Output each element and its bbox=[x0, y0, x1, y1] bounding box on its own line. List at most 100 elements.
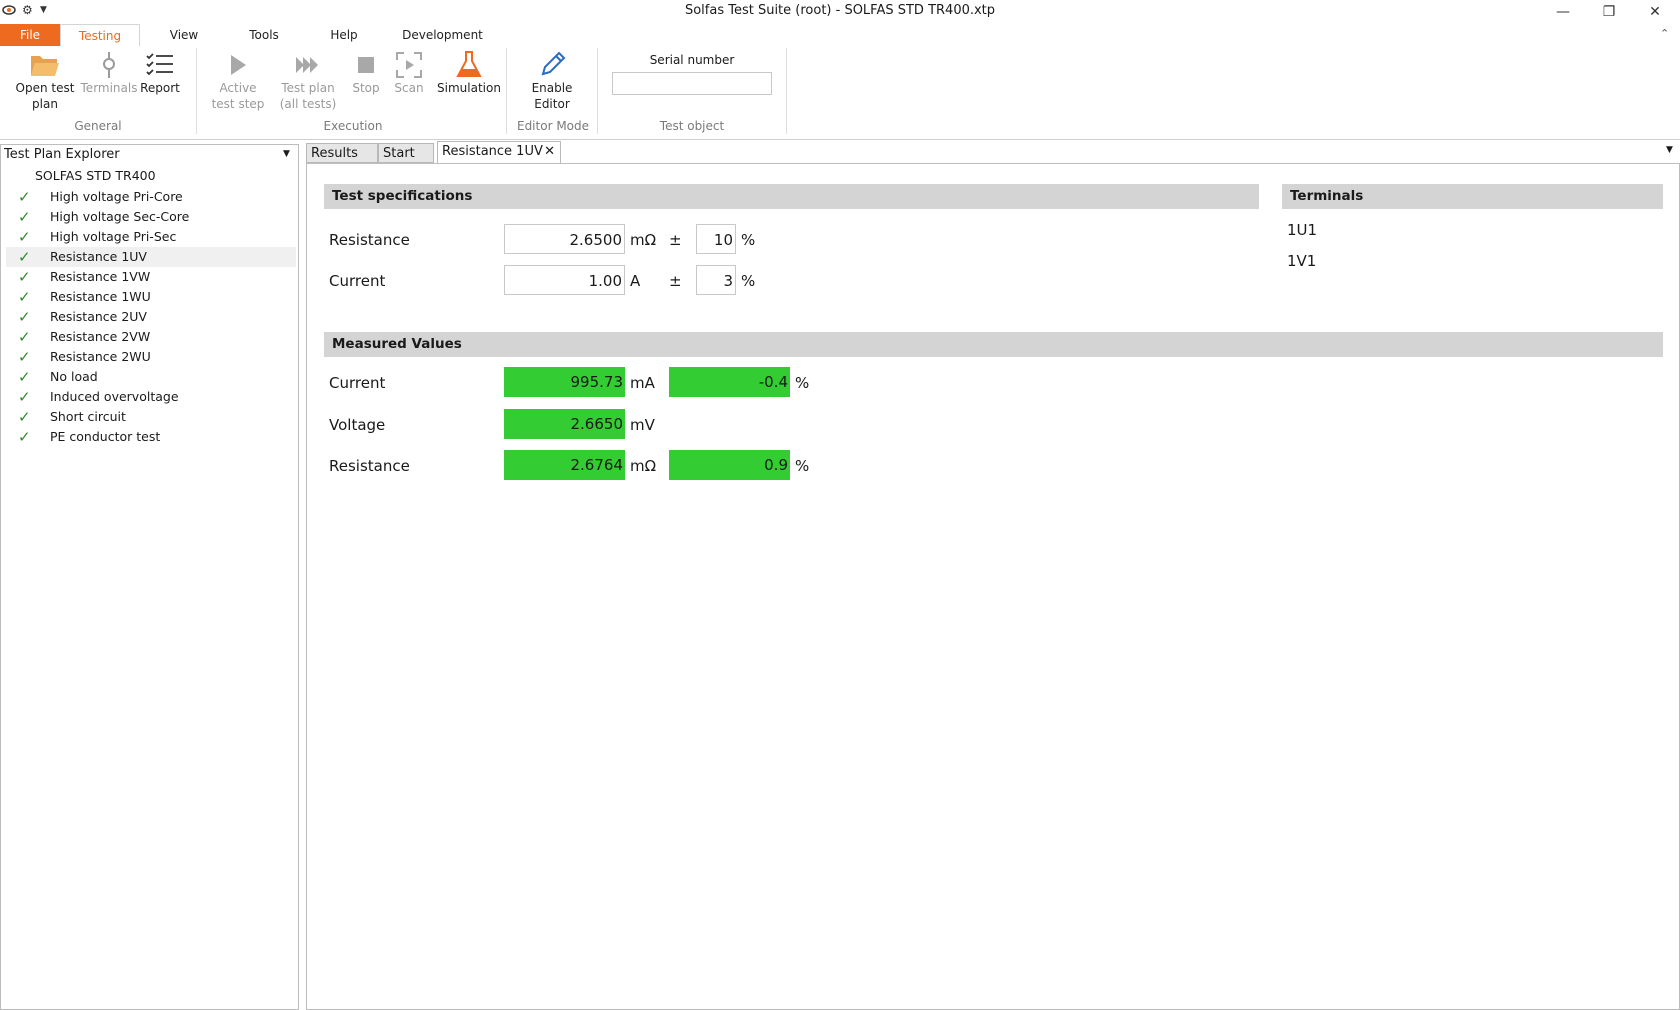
tree-item-label: No load bbox=[50, 369, 98, 384]
terminals-label: Terminals bbox=[80, 81, 138, 95]
tree-item[interactable]: ✓ Short circuit bbox=[6, 407, 296, 427]
check-icon: ✓ bbox=[18, 428, 31, 446]
tab-resistance-1uv-label: Resistance 1UV bbox=[442, 144, 543, 159]
scan-icon bbox=[396, 52, 422, 78]
tree-item[interactable]: ✓ Resistance 1UV bbox=[6, 247, 296, 267]
tree-item-label: Short circuit bbox=[50, 409, 126, 424]
tree-item[interactable]: ✓ Resistance 2UV bbox=[6, 307, 296, 327]
fast-forward-icon bbox=[296, 57, 318, 73]
tree-item[interactable]: ✓ Resistance 2VW bbox=[6, 327, 296, 347]
spec-resistance-input[interactable]: 2.6500 bbox=[504, 224, 625, 254]
terminal-item: 1U1 bbox=[1287, 221, 1318, 239]
tree-item-label: High voltage Pri-Sec bbox=[50, 229, 177, 244]
enable-editor-label: Enable Editor bbox=[531, 81, 573, 111]
flask-icon bbox=[456, 51, 482, 77]
measured-resistance-deviation: 0.9 bbox=[669, 450, 790, 480]
test-plan-all-button[interactable]: Test plan (all tests) bbox=[278, 50, 338, 112]
close-tab-icon[interactable]: ✕ bbox=[544, 142, 555, 162]
measured-resistance-label: Resistance bbox=[329, 457, 410, 475]
tree-item[interactable]: ✓ High voltage Pri-Sec bbox=[6, 227, 296, 247]
window-title: Solfas Test Suite (root) - SOLFAS STD TR… bbox=[684, 3, 996, 18]
collapse-ribbon-icon[interactable]: ⌃ bbox=[1660, 27, 1669, 40]
group-separator bbox=[786, 48, 787, 134]
ribbon: Open test plan Terminals Report General … bbox=[0, 46, 1680, 140]
tab-start[interactable]: Start bbox=[378, 143, 434, 163]
tab-list-dropdown-icon[interactable]: ▼ bbox=[1666, 145, 1673, 155]
tree-item[interactable]: ✓ Resistance 1VW bbox=[6, 267, 296, 287]
measured-resistance-deviation-unit: % bbox=[795, 457, 810, 475]
minimize-icon[interactable]: — bbox=[1540, 0, 1586, 24]
check-icon: ✓ bbox=[18, 388, 31, 406]
close-icon[interactable]: ✕ bbox=[1632, 0, 1678, 24]
group-label-general: General bbox=[74, 119, 122, 133]
serial-number-input[interactable] bbox=[612, 72, 772, 95]
measured-current-unit: mA bbox=[630, 374, 655, 392]
plus-minus-sign: ± bbox=[669, 272, 682, 290]
check-icon: ✓ bbox=[18, 348, 31, 366]
scan-button[interactable]: Scan bbox=[390, 50, 428, 96]
measured-current-value: 995.73 bbox=[504, 367, 625, 397]
plus-minus-sign: ± bbox=[669, 231, 682, 249]
measured-voltage-unit: mV bbox=[630, 416, 655, 434]
menu-help[interactable]: Help bbox=[320, 24, 368, 46]
group-label-execution: Execution bbox=[323, 119, 383, 133]
tree-item-label: Resistance 2UV bbox=[50, 309, 147, 324]
terminals-icon bbox=[103, 52, 115, 78]
test-step-content: Test specifications Resistance 2.6500 mΩ… bbox=[306, 163, 1680, 1010]
enable-editor-button[interactable]: Enable Editor bbox=[520, 50, 584, 112]
stop-label: Stop bbox=[352, 81, 380, 95]
menu-view[interactable]: View bbox=[160, 24, 208, 46]
report-button[interactable]: Report bbox=[138, 50, 182, 96]
test-plan-explorer: Test Plan Explorer ▼ SOLFAS STD TR400 ✓ H… bbox=[0, 144, 299, 1010]
scan-label: Scan bbox=[394, 81, 424, 95]
spec-resistance-tolerance-input[interactable]: 10 bbox=[696, 224, 736, 254]
simulation-button[interactable]: Simulation bbox=[436, 50, 502, 96]
tree-item[interactable]: ✓ PE conductor test bbox=[6, 427, 296, 447]
tree-item[interactable]: ✓ High voltage Sec-Core bbox=[6, 207, 296, 227]
checklist-icon bbox=[146, 53, 173, 76]
tab-results[interactable]: Results bbox=[306, 143, 378, 163]
title-bar: ⚙ ▼ Solfas Test Suite (root) - SOLFAS ST… bbox=[0, 0, 1680, 24]
serial-number-label: Serial number bbox=[649, 53, 735, 67]
open-test-plan-button[interactable]: Open test plan bbox=[12, 50, 78, 112]
tab-resistance-1uv[interactable]: Resistance 1UV ✕ bbox=[437, 141, 561, 164]
restore-icon[interactable]: ❐ bbox=[1586, 0, 1632, 24]
group-label-editor-mode: Editor Mode bbox=[516, 119, 590, 133]
menu-bar: File Testing View Tools Help Development… bbox=[0, 24, 1680, 47]
check-icon: ✓ bbox=[18, 288, 31, 306]
tree-item[interactable]: ✓ High voltage Pri-Core bbox=[6, 187, 296, 207]
group-label-test-object: Test object bbox=[659, 119, 725, 133]
menu-tools[interactable]: Tools bbox=[240, 24, 288, 46]
tree-item[interactable]: ✓ Resistance 1WU bbox=[6, 287, 296, 307]
tree-item[interactable]: ✓ Resistance 2WU bbox=[6, 347, 296, 367]
tree-root[interactable]: SOLFAS STD TR400 bbox=[35, 168, 156, 183]
simulation-label: Simulation bbox=[437, 81, 501, 95]
spec-current-tolerance-unit: % bbox=[741, 272, 756, 290]
measured-voltage-label: Voltage bbox=[329, 416, 386, 434]
spec-resistance-tolerance-unit: % bbox=[741, 231, 756, 249]
check-icon: ✓ bbox=[18, 328, 31, 346]
measured-values-header: Measured Values bbox=[324, 332, 1663, 357]
check-icon: ✓ bbox=[18, 248, 31, 266]
spec-current-input[interactable]: 1.00 bbox=[504, 265, 625, 295]
tree-item-label: Resistance 1UV bbox=[50, 249, 147, 264]
tree-item-label: High voltage Sec-Core bbox=[50, 209, 190, 224]
document-area: Results Start Resistance 1UV ✕ ▼ Test sp… bbox=[306, 141, 1680, 1010]
explorer-dropdown-icon[interactable]: ▼ bbox=[283, 149, 290, 159]
check-icon: ✓ bbox=[18, 408, 31, 426]
spec-current-tolerance-input[interactable]: 3 bbox=[696, 265, 736, 295]
tree-item-label: Resistance 2VW bbox=[50, 329, 151, 344]
check-icon: ✓ bbox=[18, 188, 31, 206]
menu-file[interactable]: File bbox=[0, 24, 60, 46]
terminals-button[interactable]: Terminals bbox=[80, 50, 138, 96]
menu-testing[interactable]: Testing bbox=[60, 24, 140, 46]
tree-item[interactable]: ✓ No load bbox=[6, 367, 296, 387]
tree-item[interactable]: ✓ Induced overvoltage bbox=[6, 387, 296, 407]
stop-button[interactable]: Stop bbox=[348, 50, 384, 96]
measured-current-label: Current bbox=[329, 374, 386, 392]
menu-development[interactable]: Development bbox=[400, 24, 485, 46]
folder-icon bbox=[31, 56, 59, 76]
check-icon: ✓ bbox=[18, 368, 31, 386]
active-test-step-button[interactable]: Active test step bbox=[208, 50, 268, 112]
measured-current-deviation: -0.4 bbox=[669, 367, 790, 397]
